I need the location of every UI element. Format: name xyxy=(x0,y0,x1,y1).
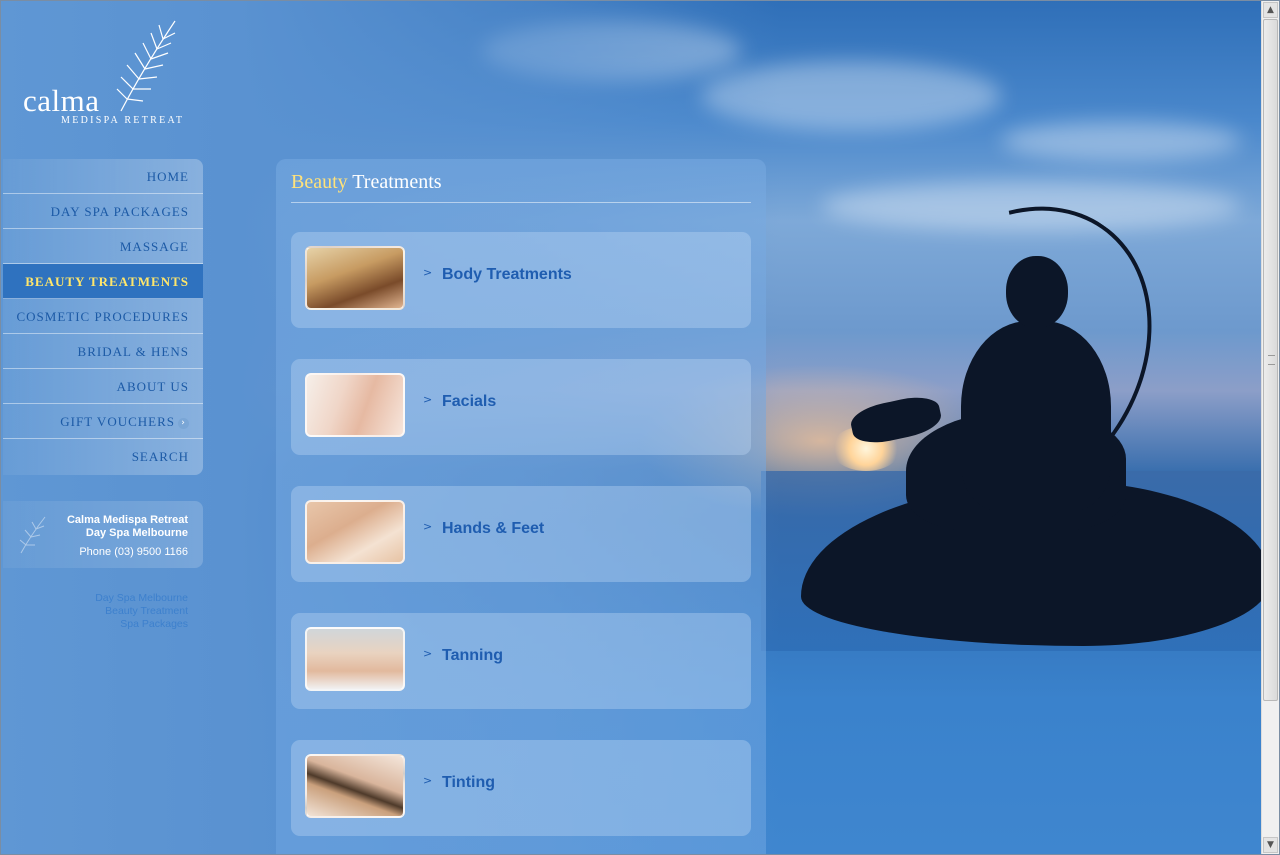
content-panel: Beauty Treatments > Body Treatments > Fa… xyxy=(276,159,766,854)
nav-item-label: COSMETIC PROCEDURES xyxy=(16,309,189,324)
treatment-card-tanning[interactable]: > Tanning xyxy=(291,613,751,709)
fern-leaf-icon xyxy=(19,516,46,554)
arrow-right-icon: > xyxy=(423,266,433,279)
treatment-card-body-treatments[interactable]: > Body Treatments xyxy=(291,232,751,328)
contact-business-name: Calma Medispa Retreat xyxy=(66,514,188,526)
fern-leaf-icon xyxy=(116,20,176,112)
nav-item-label: MASSAGE xyxy=(119,239,189,254)
seo-link[interactable]: Beauty Treatment xyxy=(3,605,188,618)
scroll-grip-icon xyxy=(1268,355,1275,365)
massage-photo xyxy=(305,246,405,310)
title-divider xyxy=(291,202,751,203)
main-nav: HOME DAY SPA PACKAGES MASSAGE BEAUTY TRE… xyxy=(3,159,203,475)
treatment-label: Tinting xyxy=(442,774,496,791)
page-title-accent: Beauty xyxy=(291,171,348,193)
eye-tinting-photo xyxy=(305,754,405,818)
nav-item-gift-vouchers[interactable]: GIFT VOUCHERS › xyxy=(3,404,203,439)
facial-photo xyxy=(305,373,405,437)
nav-item-massage[interactable]: MASSAGE xyxy=(3,229,203,264)
contact-tagline: Day Spa Melbourne xyxy=(85,527,188,539)
meditating-figure-head xyxy=(1006,256,1068,328)
nav-item-day-spa-packages[interactable]: DAY SPA PACKAGES xyxy=(3,194,203,229)
nav-item-label: GIFT VOUCHERS xyxy=(60,414,175,429)
nav-item-label: BRIDAL & HENS xyxy=(77,344,189,359)
logo-name: calma xyxy=(23,83,100,118)
nav-item-label: ABOUT US xyxy=(116,379,189,394)
logo-subtitle: MEDISPA RETREAT xyxy=(61,115,185,126)
scroll-up-arrow-icon[interactable]: ▲ xyxy=(1263,2,1278,18)
treatment-label: Tanning xyxy=(442,647,504,664)
treatment-card-tinting[interactable]: > Tinting xyxy=(291,740,751,836)
tanning-photo xyxy=(305,627,405,691)
scrollbar-thumb[interactable] xyxy=(1263,19,1278,701)
pedicure-photo xyxy=(305,500,405,564)
nav-item-search[interactable]: SEARCH xyxy=(3,439,203,475)
arrow-right-icon: > xyxy=(423,520,433,533)
nav-item-label: BEAUTY TREATMENTS xyxy=(25,274,189,289)
arrow-right-icon: > xyxy=(423,774,433,787)
nav-item-bridal-hens[interactable]: BRIDAL & HENS xyxy=(3,334,203,369)
contact-phone: Phone (03) 9500 1166 xyxy=(79,546,188,558)
seo-link[interactable]: Spa Packages xyxy=(3,618,188,631)
nav-item-label: SEARCH xyxy=(131,449,189,464)
chevron-right-icon: › xyxy=(178,417,189,429)
vertical-scrollbar[interactable]: ▲ ▼ xyxy=(1261,1,1279,854)
site-logo[interactable]: calma MEDISPA RETREAT xyxy=(23,19,213,129)
nav-item-about-us[interactable]: ABOUT US xyxy=(3,369,203,404)
scroll-down-arrow-icon[interactable]: ▼ xyxy=(1263,837,1278,853)
arrow-right-icon: > xyxy=(423,647,433,660)
seo-links: Day Spa Melbourne Beauty Treatment Spa P… xyxy=(3,592,188,631)
nav-item-home[interactable]: HOME xyxy=(3,159,203,194)
treatment-label: Body Treatments xyxy=(442,266,572,283)
cloud xyxy=(1001,121,1241,161)
seo-link[interactable]: Day Spa Melbourne xyxy=(3,592,188,605)
page-title: Beauty Treatments xyxy=(291,171,442,194)
treatment-label: Facials xyxy=(442,393,497,410)
nav-item-beauty-treatments[interactable]: BEAUTY TREATMENTS xyxy=(3,264,203,299)
nav-item-cosmetic-procedures[interactable]: COSMETIC PROCEDURES xyxy=(3,299,203,334)
page-frame: calma MEDISPA RETREAT HOME DAY SPA PACKA… xyxy=(0,0,1280,855)
treatment-card-hands-feet[interactable]: > Hands & Feet xyxy=(291,486,751,582)
meditating-figure-torso xyxy=(961,321,1111,511)
nav-item-label: HOME xyxy=(146,169,189,184)
arrow-right-icon: > xyxy=(423,393,433,406)
contact-box: Calma Medispa Retreat Day Spa Melbourne … xyxy=(3,501,203,568)
treatment-label: Hands & Feet xyxy=(442,520,545,537)
nav-item-label: DAY SPA PACKAGES xyxy=(50,204,189,219)
treatment-card-facials[interactable]: > Facials xyxy=(291,359,751,455)
page-title-rest: Treatments xyxy=(352,171,442,193)
